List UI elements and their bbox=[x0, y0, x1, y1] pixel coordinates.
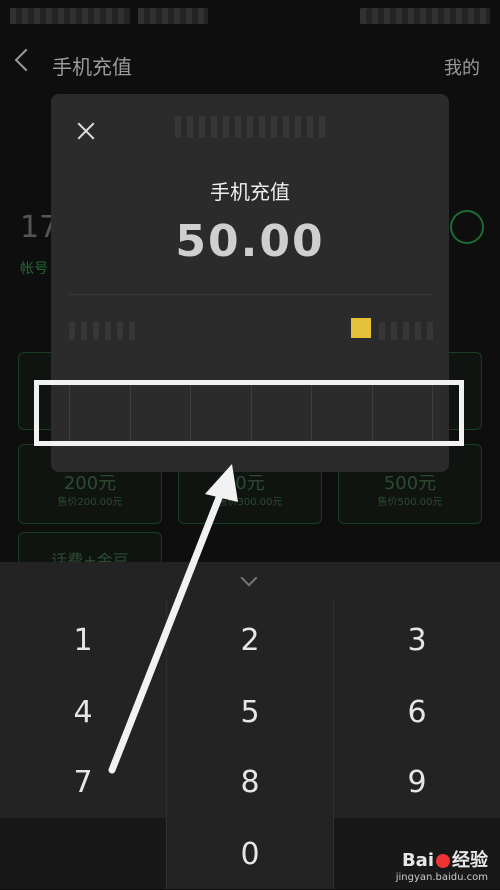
watermark-url: jingyan.baidu.com bbox=[395, 872, 488, 883]
arrow-head bbox=[205, 464, 238, 502]
watermark-logo-left: Bai bbox=[401, 850, 434, 871]
watermark-logo-right: 经验 bbox=[452, 850, 488, 871]
annotation-arrow bbox=[108, 464, 238, 774]
watermark-logo: Bai 经验 bbox=[396, 846, 488, 872]
arrow-shaft bbox=[108, 486, 226, 774]
paw-icon bbox=[436, 854, 450, 868]
baidu-watermark: Bai 经验 jingyan.baidu.com bbox=[396, 846, 488, 883]
